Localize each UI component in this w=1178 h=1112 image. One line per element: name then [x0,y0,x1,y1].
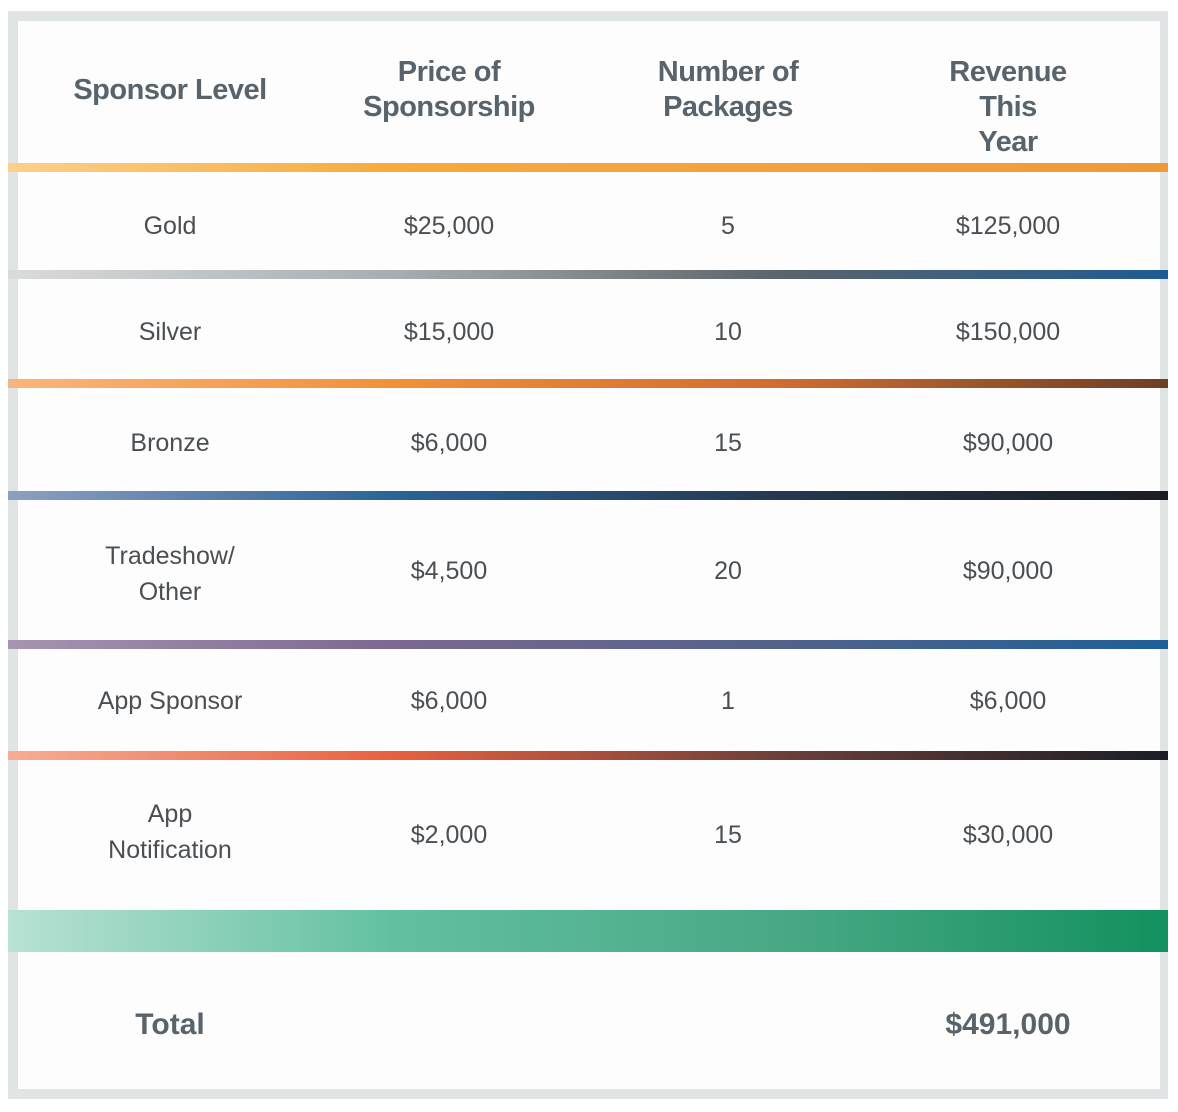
cell-revenue: $6,000 [969,687,1047,715]
cell-revenue: $150,000 [955,318,1061,346]
cell-sponsor-level: Silver [138,318,202,346]
cell-packages: 10 [714,318,742,346]
cell-price: $6,000 [410,429,488,457]
cell-packages: 5 [721,212,735,240]
cell-price: $6,000 [410,687,488,715]
cell-sponsor-level: Tradeshow/ Other [105,542,235,606]
header-revenue: Revenue This Year [949,56,1067,158]
separator-gold [8,163,1168,172]
separator-silver [8,270,1168,279]
total-revenue: $491,000 [945,1008,1071,1041]
cell-price: $2,000 [410,821,488,849]
header-price: Price of Sponsorship [363,56,535,123]
cell-sponsor-level: App Notification [108,800,232,864]
table-frame: Sponsor Level Price of Sponsorship Numbe… [8,11,1168,1099]
cell-sponsor-level: Bronze [130,429,210,457]
cell-revenue: $125,000 [955,212,1061,240]
separator-bronze [8,379,1168,388]
separator-green-total [8,910,1168,952]
header-packages: Number of Packages [657,56,799,123]
cell-revenue: $90,000 [962,429,1054,457]
cell-revenue: $30,000 [962,821,1054,849]
cell-price: $4,500 [410,557,488,585]
cell-revenue: $90,000 [962,557,1054,585]
total-label: Total [135,1008,205,1041]
separator-dark-blue [8,491,1168,500]
separator-red [8,751,1168,760]
cell-price: $15,000 [403,318,495,346]
cell-price: $25,000 [403,212,495,240]
cell-packages: 15 [714,429,742,457]
header-sponsor-level: Sponsor Level [73,74,267,106]
cell-packages: 20 [714,557,742,585]
cell-packages: 1 [721,687,735,715]
cell-sponsor-level: App Sponsor [97,687,243,715]
cell-sponsor-level: Gold [143,212,197,240]
cell-packages: 15 [714,821,742,849]
separator-purple [8,640,1168,649]
